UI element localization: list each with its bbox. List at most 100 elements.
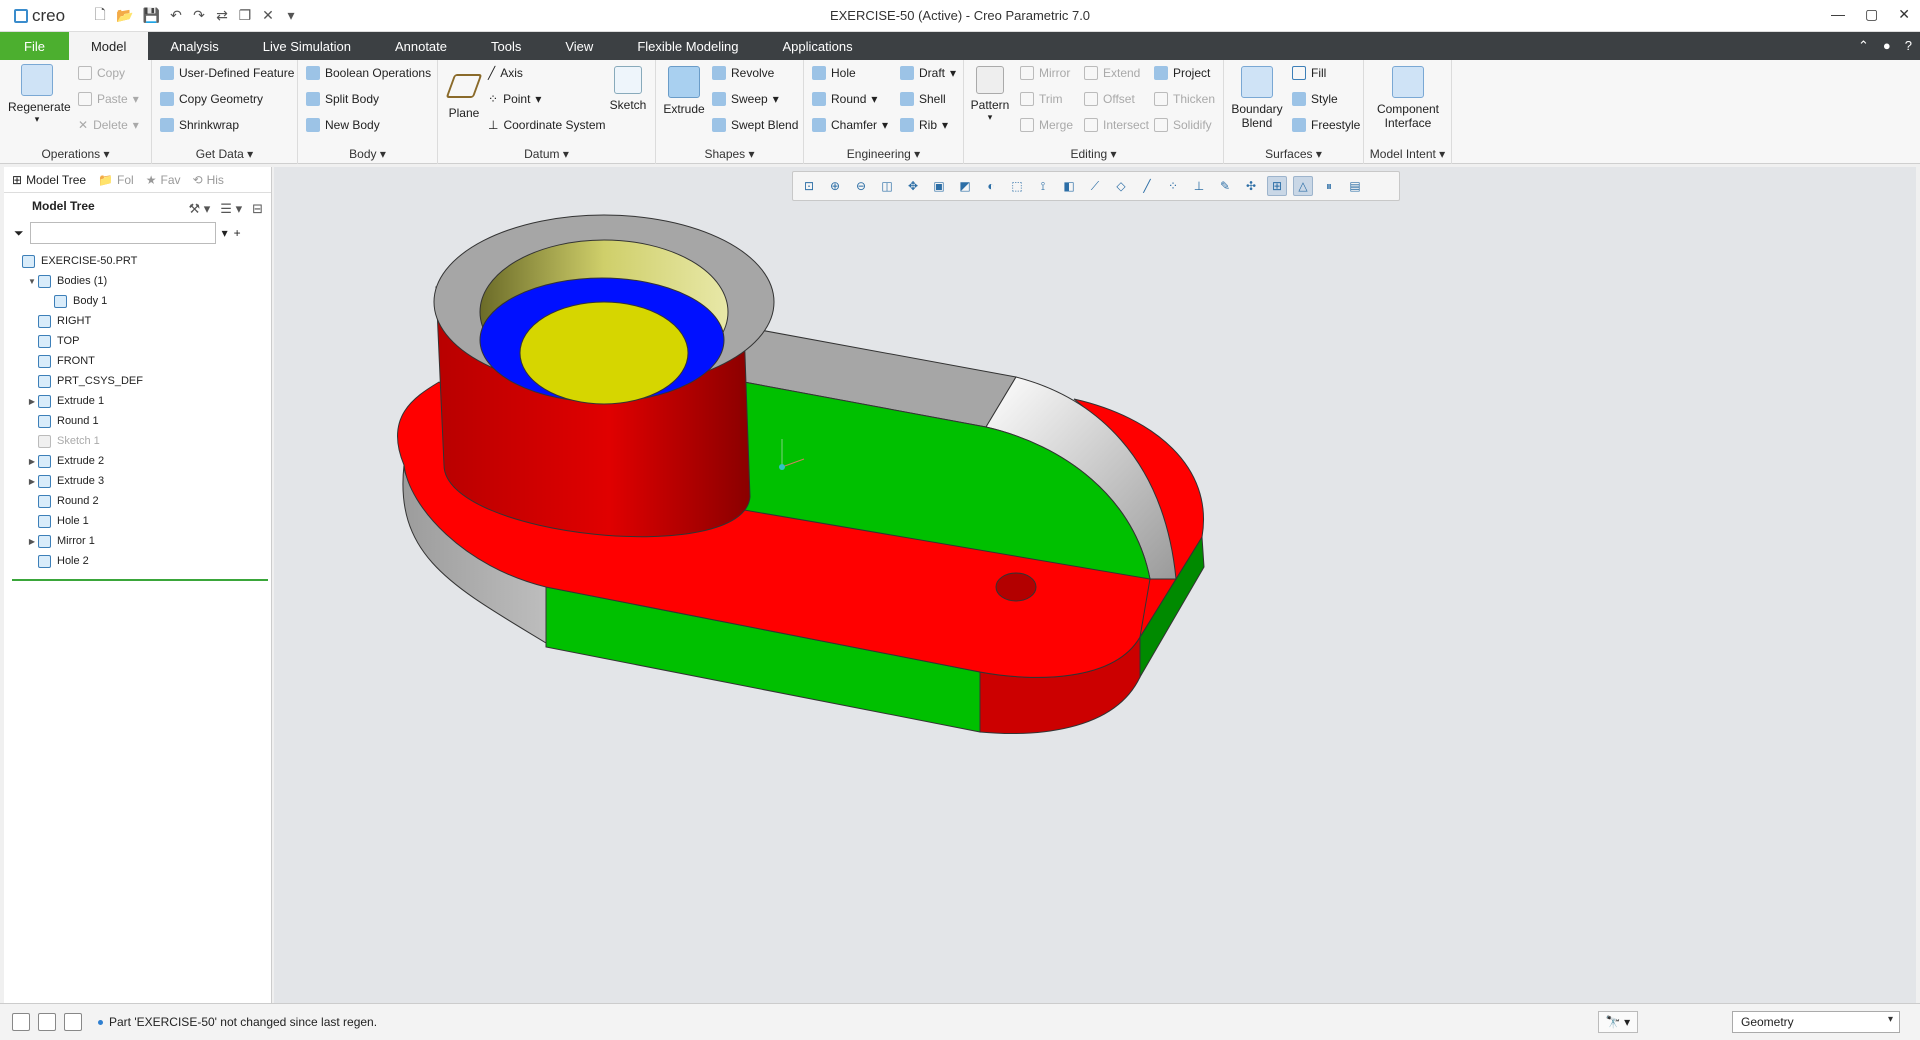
tree-node[interactable]: RIGHT (4, 311, 271, 331)
regenerate-icon[interactable]: ⇄ (215, 7, 229, 24)
tree-node[interactable]: Hole 2 (4, 551, 271, 571)
operations-label[interactable]: Operations ▾ (0, 147, 151, 161)
mirror-button[interactable]: Mirror (1020, 66, 1070, 80)
tab-view[interactable]: View (543, 32, 615, 60)
tab-applications[interactable]: Applications (760, 32, 874, 60)
toggle-navigator-icon[interactable] (12, 1013, 30, 1031)
add-filter-icon[interactable]: + (234, 226, 241, 240)
component-interface-button[interactable]: Component Interface (1368, 66, 1448, 130)
project-button[interactable]: Project (1154, 66, 1210, 80)
style-button[interactable]: Style (1292, 92, 1338, 106)
tree-node[interactable]: TOP (4, 331, 271, 351)
shell-button[interactable]: Shell (900, 92, 946, 106)
thicken-button[interactable]: Thicken (1154, 92, 1215, 106)
graphics-window[interactable]: ⊡ ⊕ ⊖ ◫ ✥ ▣ ◩ ◐ ⬚ ⟟ ◧ ⟋ ◇ ╱ ⁘ ⊥ ✎ ✣ ⊞ △ ⏸ ▤ (274, 167, 1916, 1003)
tab-model[interactable]: Model (68, 32, 149, 60)
tree-node[interactable]: ▶ Extrude 2 (4, 451, 271, 471)
tree-columns-icon[interactable]: ⊟ (252, 201, 263, 217)
tree-display-icon[interactable]: ☰ ▾ (220, 201, 242, 217)
chamfer-button[interactable]: Chamfer ▾ (812, 118, 888, 132)
selection-filter-select[interactable]: Geometry ▾ (1732, 1011, 1900, 1033)
boolean-operations-button[interactable]: Boolean Operations (306, 66, 431, 80)
insert-here-marker[interactable] (12, 579, 268, 581)
body-label[interactable]: Body ▾ (298, 147, 437, 161)
toggle-browser-icon[interactable] (38, 1013, 56, 1031)
extend-button[interactable]: Extend (1084, 66, 1140, 80)
tree-node[interactable]: Hole 1 (4, 511, 271, 531)
point-button[interactable]: ⁘ Point ▾ (488, 92, 541, 106)
tab-annotate[interactable]: Annotate (373, 32, 469, 60)
tab-history[interactable]: ⟲ His (193, 173, 224, 187)
filter-dropdown-icon[interactable]: ▾ (222, 226, 228, 240)
filter-icon[interactable]: ⏷ (14, 226, 24, 241)
help-icon[interactable]: ? (1905, 38, 1912, 54)
datum-label[interactable]: Datum ▾ (438, 147, 655, 161)
customize-icon[interactable]: ▾ (284, 7, 298, 24)
expand-toggle-icon[interactable]: ▶ (26, 397, 38, 406)
expand-toggle-icon[interactable]: ▶ (26, 457, 38, 466)
revolve-button[interactable]: Revolve (712, 66, 774, 80)
csys-button[interactable]: ⊥ Coordinate System (488, 118, 606, 132)
find-button[interactable]: 🔭 ▾ (1598, 1011, 1638, 1033)
draft-button[interactable]: Draft ▾ (900, 66, 956, 80)
paste-button[interactable]: Paste ▾ (78, 92, 139, 106)
tab-analysis[interactable]: Analysis (148, 32, 240, 60)
swept-blend-button[interactable]: Swept Blend (712, 118, 798, 132)
surfaces-label[interactable]: Surfaces ▾ (1224, 147, 1363, 161)
tree-node[interactable]: ▶ Extrude 1 (4, 391, 271, 411)
shrinkwrap-button[interactable]: Shrinkwrap (160, 118, 239, 132)
rib-button[interactable]: Rib ▾ (900, 118, 948, 132)
tree-node[interactable]: EXERCISE-50.PRT (4, 251, 271, 271)
round-button[interactable]: Round ▾ (812, 92, 877, 106)
tree-search-input[interactable] (29, 222, 216, 244)
tab-folder-browser[interactable]: 📁 Fol (98, 173, 134, 187)
expand-toggle-icon[interactable]: ▼ (26, 277, 38, 286)
tab-file[interactable]: File (0, 32, 69, 60)
solidify-button[interactable]: Solidify (1154, 118, 1212, 132)
plane-button[interactable]: Plane (442, 66, 486, 120)
open-icon[interactable]: 📂 (116, 7, 133, 24)
save-icon[interactable]: 💾 (143, 7, 160, 24)
minimize-icon[interactable]: — (1831, 6, 1845, 23)
tree-node[interactable]: Sketch 1 (4, 431, 271, 451)
boundary-blend-button[interactable]: Boundary Blend (1228, 66, 1286, 130)
full-screen-icon[interactable] (64, 1013, 82, 1031)
tree-node[interactable]: Round 2 (4, 491, 271, 511)
sweep-button[interactable]: Sweep ▾ (712, 92, 779, 106)
expand-toggle-icon[interactable]: ▶ (26, 537, 38, 546)
udf-button[interactable]: User-Defined Feature (160, 66, 294, 80)
tree-node[interactable]: PRT_CSYS_DEF (4, 371, 271, 391)
tab-live-simulation[interactable]: Live Simulation (241, 32, 373, 60)
sketch-button[interactable]: Sketch (606, 66, 650, 112)
editing-label[interactable]: Editing ▾ (964, 147, 1223, 161)
copy-geometry-button[interactable]: Copy Geometry (160, 92, 263, 106)
expand-toggle-icon[interactable]: ▶ (26, 477, 38, 486)
tab-flexible-modeling[interactable]: Flexible Modeling (615, 32, 760, 60)
shapes-label[interactable]: Shapes ▾ (656, 147, 803, 161)
hole-button[interactable]: Hole (812, 66, 856, 80)
notification-icon[interactable]: ● (1883, 38, 1891, 54)
windows-icon[interactable]: ❐ (238, 7, 252, 24)
model-intent-label[interactable]: Model Intent ▾ (1364, 147, 1451, 161)
get-data-label[interactable]: Get Data ▾ (152, 147, 297, 161)
fill-button[interactable]: Fill (1292, 66, 1326, 80)
close-icon[interactable]: ✕ (1898, 6, 1910, 23)
tree-node[interactable]: ▶ Extrude 3 (4, 471, 271, 491)
delete-button[interactable]: ✕ Delete ▾ (78, 118, 139, 132)
model-viewport[interactable] (274, 167, 1916, 1003)
intersect-button[interactable]: Intersect (1084, 118, 1149, 132)
offset-button[interactable]: Offset (1084, 92, 1135, 106)
maximize-icon[interactable]: ▢ (1865, 6, 1878, 23)
new-icon[interactable]: 🗋 (93, 4, 107, 28)
trim-button[interactable]: Trim (1020, 92, 1063, 106)
minimize-ribbon-icon[interactable]: ⌃ (1858, 38, 1869, 54)
axis-button[interactable]: ╱ Axis (488, 66, 523, 80)
tree-settings-icon[interactable]: ⚒ ▾ (189, 201, 211, 217)
tab-model-tree[interactable]: ⊞ Model Tree (12, 173, 86, 187)
undo-icon[interactable]: ↶ (169, 7, 183, 24)
tab-favorites[interactable]: ★ Fav (146, 173, 181, 187)
close-window-icon[interactable]: ✕ (261, 7, 275, 24)
tree-node[interactable]: FRONT (4, 351, 271, 371)
tree-node[interactable]: Round 1 (4, 411, 271, 431)
tree-node[interactable]: ▼ Bodies (1) (4, 271, 271, 291)
